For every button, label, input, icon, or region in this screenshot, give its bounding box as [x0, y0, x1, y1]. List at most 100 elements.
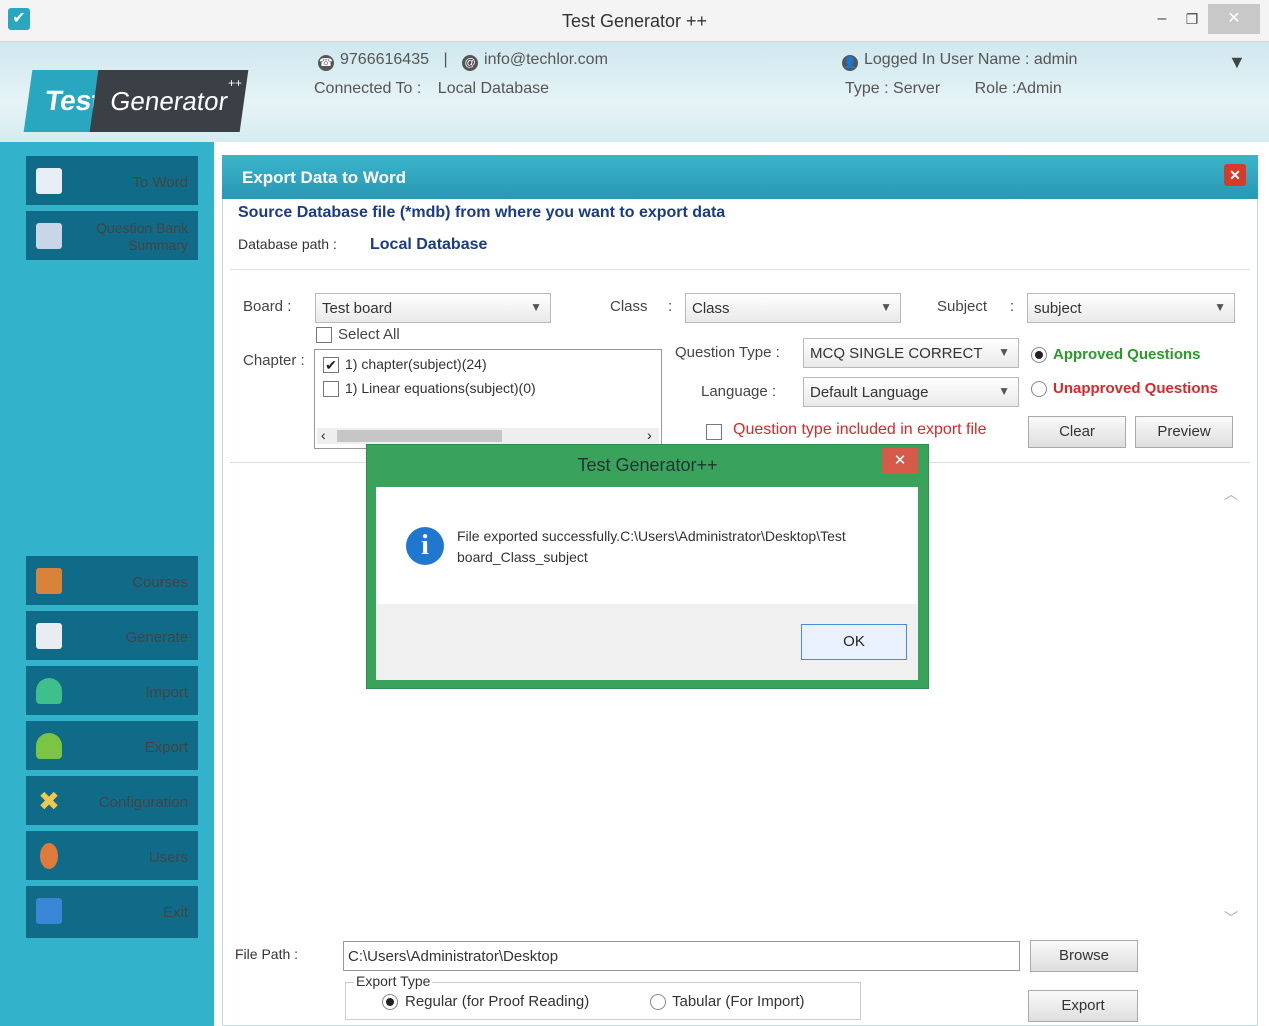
horizontal-scrollbar[interactable]: ‹ ›	[317, 427, 659, 444]
summary-icon	[36, 223, 62, 249]
separator: |	[443, 51, 448, 68]
window-title: Test Generator ++	[561, 11, 708, 31]
browse-button[interactable]: Browse	[1030, 940, 1138, 972]
language-select[interactable]: Default Language ▼	[803, 377, 1019, 407]
close-window-button[interactable]: ✕	[1208, 4, 1260, 34]
scroll-down-icon[interactable]: ﹀	[1224, 908, 1238, 928]
email-address: info@techlor.com	[484, 51, 608, 68]
sidebar-item-export[interactable]: Export	[26, 721, 198, 773]
connected-label: Connected To :	[314, 80, 422, 97]
sidebar-item-exit[interactable]: Exit	[26, 886, 198, 938]
scroll-right-icon[interactable]: ›	[647, 427, 652, 443]
user-role: Role :Admin	[974, 80, 1062, 97]
users-icon	[40, 843, 58, 869]
info-icon: i	[406, 527, 444, 565]
scroll-up-icon[interactable]: ︿	[1224, 484, 1238, 504]
logged-in-user: Logged In User Name : admin	[864, 51, 1078, 68]
exit-icon	[36, 898, 62, 924]
chevron-down-icon: ▼	[530, 300, 542, 314]
vertical-scrollbar[interactable]: ︿ ﹀	[1218, 478, 1248, 933]
preview-button[interactable]: Preview	[1135, 416, 1233, 448]
question-type-select[interactable]: MCQ SINGLE CORRECT ▼	[803, 338, 1019, 368]
clear-button[interactable]: Clear	[1028, 416, 1126, 448]
dialog-title: Test Generator++	[577, 455, 718, 475]
tools-icon: ✖	[38, 786, 60, 816]
db-path-label: Database path :	[238, 236, 337, 252]
board-label: Board :	[243, 298, 292, 315]
board-value: Test board	[322, 300, 393, 317]
chapter-item-label: 1) chapter(subject)(24)	[345, 356, 487, 372]
connection-line: Connected To : Local Database	[314, 80, 549, 98]
sidebar-item-label: Export	[144, 738, 188, 756]
export-button[interactable]: Export	[1028, 990, 1138, 1022]
panel-title: Export Data to Word	[222, 155, 1258, 199]
chevron-down-icon: ▼	[880, 300, 892, 314]
class-separator: :	[668, 298, 673, 315]
sidebar-item-question-bank-summary[interactable]: Question Bank Summary	[26, 211, 198, 263]
question-type-value: MCQ SINGLE CORRECT	[810, 345, 983, 362]
scroll-left-icon[interactable]: ‹	[321, 427, 326, 443]
email-icon: @	[462, 55, 479, 71]
approved-radio[interactable]	[1031, 347, 1047, 363]
question-type-included-checkbox[interactable]	[706, 424, 722, 440]
sidebar-item-label: Generate	[125, 628, 188, 646]
header-menu-arrow-icon[interactable]: ▼	[1228, 52, 1246, 73]
tabular-label: Tabular (For Import)	[672, 993, 805, 1010]
tabular-radio[interactable]	[650, 994, 666, 1010]
word-icon	[36, 168, 62, 194]
export-type-label: Export Type	[354, 973, 433, 989]
sidebar-item-users[interactable]: Users	[26, 831, 198, 883]
export-icon	[36, 733, 62, 759]
chapter-label: Chapter :	[243, 352, 305, 369]
regular-radio[interactable]	[382, 994, 398, 1010]
sidebar-item-to-word[interactable]: To Word	[26, 156, 198, 208]
user-icon: 👤	[842, 55, 858, 71]
question-type-label: Question Type :	[675, 344, 780, 361]
chevron-down-icon: ▼	[998, 384, 1010, 398]
user-line: 👤 Logged In User Name : admin	[842, 51, 1077, 71]
chapter-checkbox[interactable]	[323, 381, 339, 397]
select-all-checkbox[interactable]	[316, 327, 332, 343]
import-icon	[36, 678, 62, 704]
language-value: Default Language	[810, 384, 929, 401]
board-select[interactable]: Test board ▼	[315, 293, 551, 323]
panel-close-button[interactable]: ✕	[1224, 164, 1246, 186]
app-logo: Test Generator ++	[23, 62, 249, 132]
chapter-item-label: 1) Linear equations(subject)(0)	[345, 380, 536, 396]
subject-label: Subject	[937, 298, 988, 315]
sidebar-item-label: Users	[148, 848, 188, 866]
logo-plus: ++	[228, 76, 243, 90]
dialog-close-button[interactable]: ✕	[882, 448, 918, 474]
subject-select[interactable]: subject ▼	[1027, 293, 1235, 323]
sidebar-item-label: Exit	[162, 903, 188, 921]
courses-icon	[36, 568, 62, 594]
app-header: Test Generator ++ ☎ 9766616435 | @ info@te…	[0, 42, 1269, 142]
generate-icon	[36, 623, 62, 649]
db-path-value: Local Database	[370, 236, 488, 253]
approved-label: Approved Questions	[1053, 346, 1201, 363]
ok-button[interactable]: OK	[801, 624, 907, 660]
chapter-list[interactable]: ✔ 1) chapter(subject)(24) 1) Linear equa…	[314, 349, 662, 449]
unapproved-label: Unapproved Questions	[1053, 380, 1219, 397]
sidebar-item-courses[interactable]: Courses	[26, 556, 198, 608]
class-label: Class	[610, 298, 648, 315]
regular-label: Regular (for Proof Reading)	[405, 993, 590, 1010]
chapter-checkbox[interactable]: ✔	[323, 357, 339, 373]
minimize-button[interactable]: –	[1150, 6, 1174, 32]
question-type-included-label: Question type included in export file	[733, 421, 987, 438]
unapproved-radio[interactable]	[1031, 381, 1047, 397]
user-type: Type : Server	[845, 80, 941, 97]
sidebar-item-configuration[interactable]: ✖ Configuration	[26, 776, 198, 828]
class-select[interactable]: Class ▼	[685, 293, 901, 323]
connected-value: Local Database	[437, 80, 549, 97]
phone-icon: ☎	[318, 55, 334, 71]
sidebar-item-label: Courses	[132, 573, 188, 591]
subject-separator: :	[1010, 298, 1015, 315]
sidebar-item-import[interactable]: Import	[26, 666, 198, 718]
class-value: Class	[692, 300, 730, 317]
sidebar-item-generate[interactable]: Generate	[26, 611, 198, 663]
dialog-message: File exported successfully.C:\Users\Admi…	[457, 528, 846, 565]
scrollbar-thumb[interactable]	[337, 430, 502, 442]
file-path-input[interactable]	[343, 941, 1020, 971]
maximize-button[interactable]: ❐	[1180, 6, 1204, 32]
